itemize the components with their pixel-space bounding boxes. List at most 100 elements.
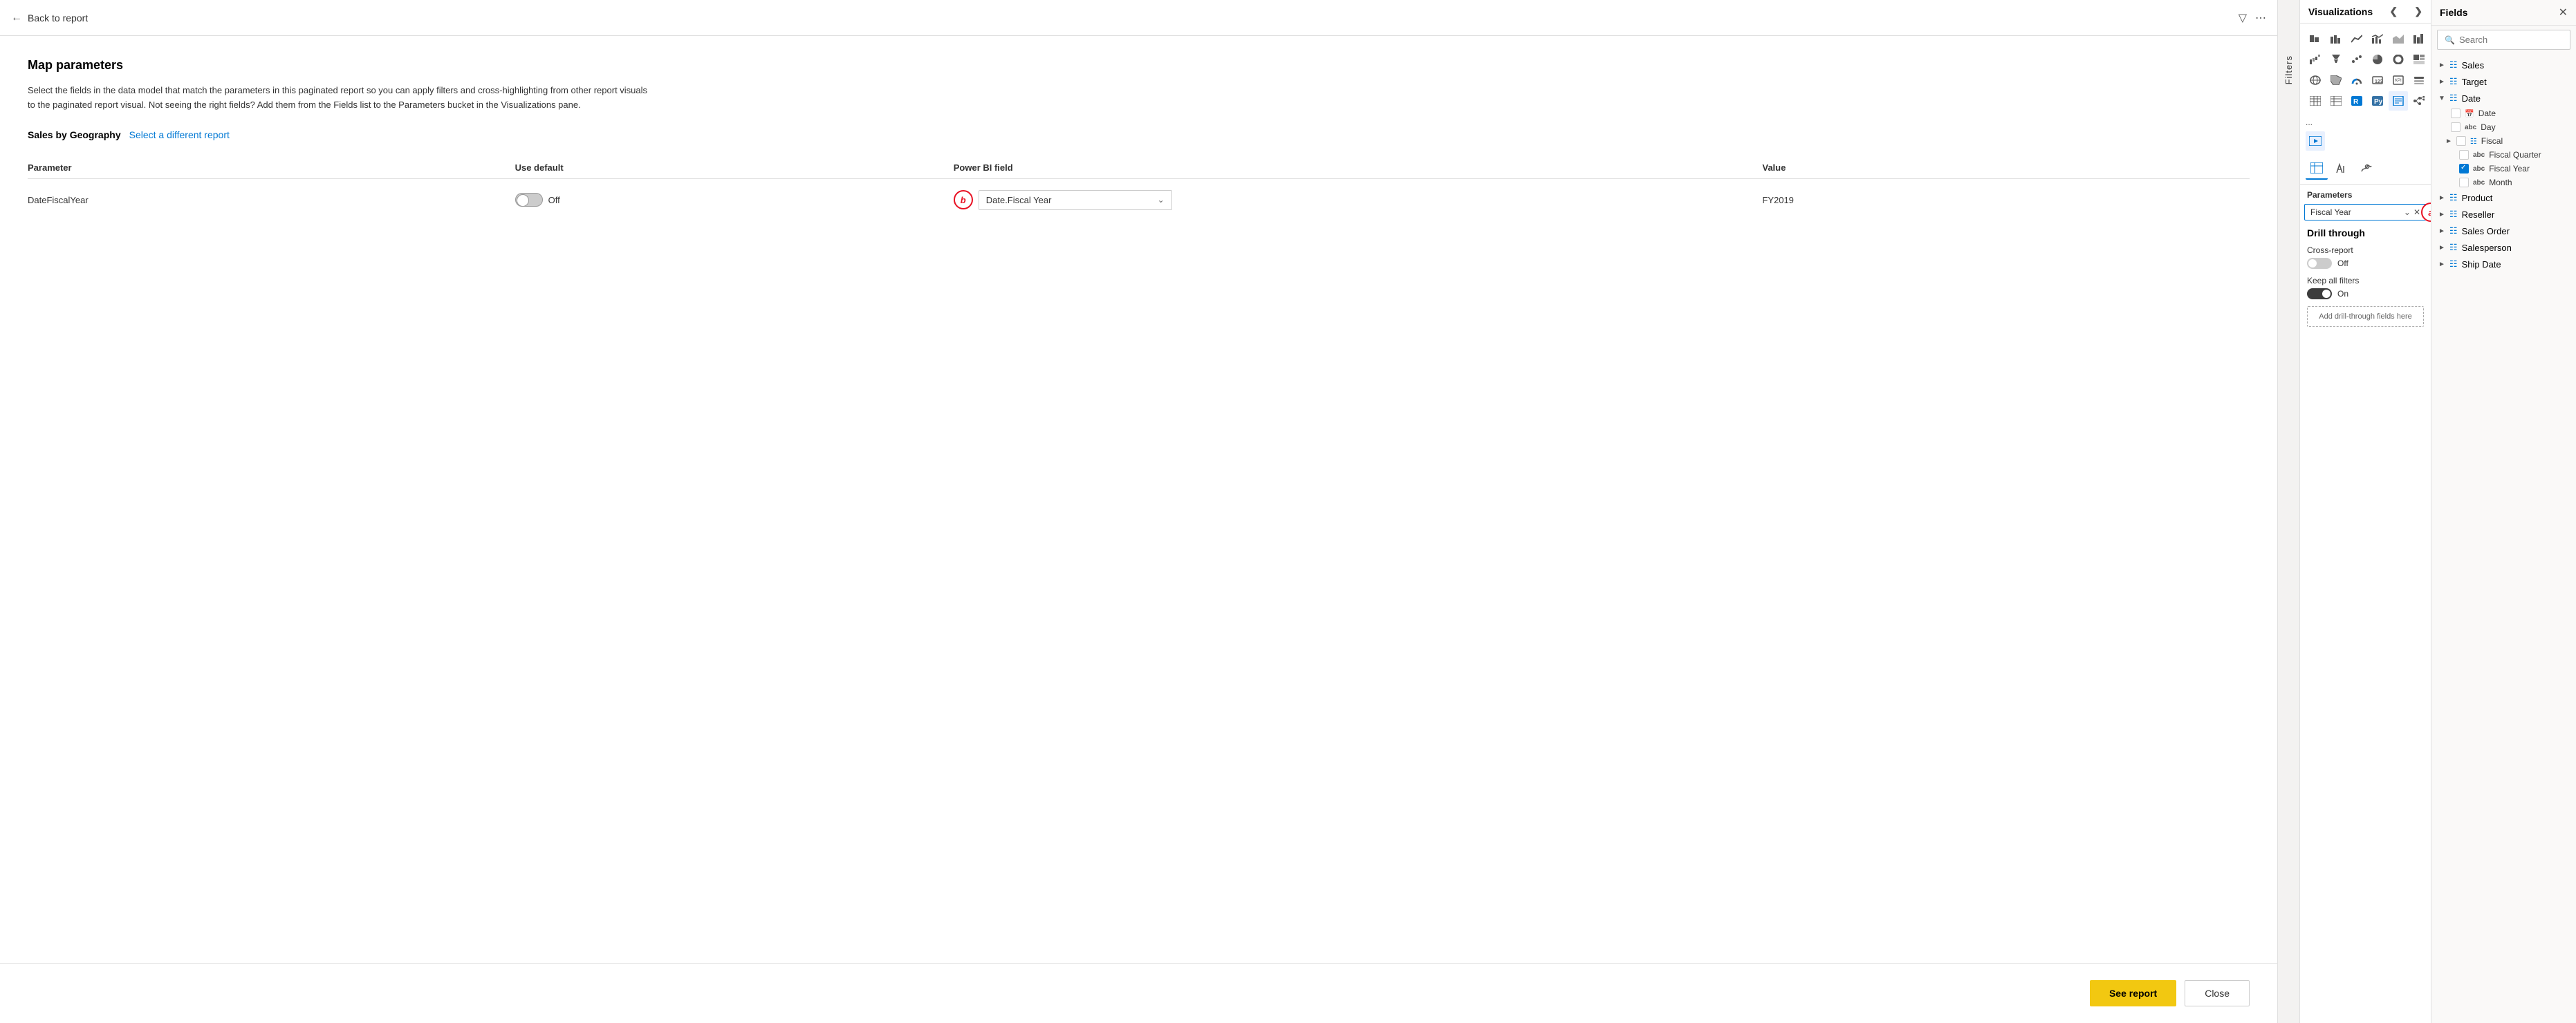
viz-icon-donut[interactable] xyxy=(2389,50,2408,69)
checkbox-fiscal[interactable] xyxy=(2456,136,2466,146)
viz-icon-kpi[interactable]: KPI xyxy=(2389,71,2408,90)
col-header-usedefault: Use default xyxy=(515,157,954,179)
keep-filters-label: Keep all filters xyxy=(2307,276,2424,285)
report-header: Sales by Geography Select a different re… xyxy=(28,129,2250,140)
param-field-actions: ⌄ ✕ xyxy=(2404,207,2420,217)
field-group-ship-date-header[interactable]: ► ☷ Ship Date xyxy=(2431,256,2576,272)
field-group-sales-order-header[interactable]: ► ☷ Sales Order xyxy=(2431,223,2576,239)
chevron-right-icon: ► xyxy=(2438,244,2445,252)
viz-icon-stacked-bar[interactable] xyxy=(2306,29,2325,48)
viz-icon-slicer[interactable] xyxy=(2409,71,2429,90)
field-item-fiscal-quarter-label: Fiscal Quarter xyxy=(2489,150,2541,160)
param-field-name: Fiscal Year xyxy=(2310,207,2351,217)
viz-icon-filled-map[interactable] xyxy=(2326,71,2346,90)
viz-more-button[interactable]: ... xyxy=(2300,116,2431,129)
viz-icon-paginated-report[interactable] xyxy=(2389,91,2408,111)
field-group-reseller-header[interactable]: ► ☷ Reseller xyxy=(2431,206,2576,223)
svg-text:R: R xyxy=(2353,98,2359,106)
chevron-right-icon: ► xyxy=(2438,227,2445,235)
viz-icon-funnel[interactable] xyxy=(2326,50,2346,69)
field-item-month[interactable]: abc Month xyxy=(2431,176,2576,189)
viz-icon-table[interactable] xyxy=(2306,91,2325,111)
viz-icon-combo-chart[interactable] xyxy=(2368,29,2387,48)
keep-filters-value: On xyxy=(2337,289,2348,299)
power-bi-field-cell: b Date.Fiscal Year ⌄ xyxy=(954,178,1763,221)
viz-icon-treemap[interactable] xyxy=(2409,50,2429,69)
viz-icon-gauge[interactable] xyxy=(2347,71,2366,90)
field-group-product-header[interactable]: ► ☷ Product xyxy=(2431,189,2576,206)
field-group-salesperson-header[interactable]: ► ☷ Salesperson xyxy=(2431,239,2576,256)
table-row: DateFiscalYear Off b Date.Fiscal xyxy=(28,178,2250,221)
viz-icon-waterfall[interactable] xyxy=(2306,50,2325,69)
collapse-panel-icon[interactable]: ❮ xyxy=(2389,6,2398,17)
use-default-toggle[interactable] xyxy=(515,193,543,207)
fields-search-box[interactable]: 🔍 xyxy=(2437,30,2570,50)
more-options-icon[interactable]: ⋯ xyxy=(2255,11,2266,25)
top-bar-actions: ▽ ⋯ xyxy=(2239,11,2266,25)
field-group-reseller: ► ☷ Reseller xyxy=(2431,206,2576,223)
checkbox-fiscal-quarter[interactable] xyxy=(2459,150,2469,160)
field-group-ship-date-label: Ship Date xyxy=(2462,259,2501,270)
field-group-sales-order: ► ☷ Sales Order xyxy=(2431,223,2576,239)
parameter-name: DateFiscalYear xyxy=(28,178,515,221)
see-report-button[interactable]: See report xyxy=(2090,980,2176,1006)
field-subgroup-fiscal-header[interactable]: ► ☷ Fiscal xyxy=(2431,134,2576,148)
chevron-right-icon: ► xyxy=(2445,138,2452,145)
viz-icon-line-chart[interactable] xyxy=(2347,29,2366,48)
close-button[interactable]: Close xyxy=(2185,980,2250,1006)
tab-analytics[interactable] xyxy=(2355,158,2378,180)
keep-filters-toggle[interactable] xyxy=(2307,288,2332,299)
select-report-link[interactable]: Select a different report xyxy=(129,129,230,140)
fields-title: Fields xyxy=(2440,7,2467,18)
top-bar: ← Back to report ▽ ⋯ xyxy=(0,0,2277,36)
visualizations-title: Visualizations xyxy=(2308,6,2373,17)
fields-close-button[interactable]: ✕ xyxy=(2559,6,2568,19)
field-item-fiscal-quarter[interactable]: abc Fiscal Quarter xyxy=(2431,148,2576,162)
checkbox-date[interactable] xyxy=(2451,109,2461,118)
back-to-report-button[interactable]: ← Back to report xyxy=(11,12,88,24)
viz-icon-pie-chart[interactable] xyxy=(2368,50,2387,69)
tab-fields[interactable] xyxy=(2306,158,2328,180)
field-group-date-header[interactable]: ▼ ☷ Date xyxy=(2431,90,2576,106)
cross-report-toggle[interactable] xyxy=(2307,258,2332,269)
viz-icon-matrix[interactable] xyxy=(2326,91,2346,111)
viz-icon-scatter[interactable] xyxy=(2347,50,2366,69)
expand-panel-icon[interactable]: ❯ xyxy=(2414,6,2422,17)
search-input[interactable] xyxy=(2459,35,2563,45)
viz-icon-area-chart[interactable] xyxy=(2389,29,2408,48)
viz-icon-ribbon-chart[interactable] xyxy=(2409,29,2429,48)
viz-icon-map[interactable] xyxy=(2306,71,2325,90)
field-item-date[interactable]: 📅 Date xyxy=(2431,106,2576,120)
viz-icon-video[interactable] xyxy=(2306,131,2325,151)
checkbox-month[interactable] xyxy=(2459,178,2469,187)
field-dropdown[interactable]: Date.Fiscal Year ⌄ xyxy=(979,190,1172,210)
svg-text:Py: Py xyxy=(2374,98,2383,106)
viz-video-icon-row xyxy=(2300,129,2431,153)
toggle-off-label: Off xyxy=(548,195,560,205)
col-header-value: Value xyxy=(1762,157,2250,179)
viz-icon-bar-chart[interactable] xyxy=(2326,29,2346,48)
param-field-chevron[interactable]: ⌄ xyxy=(2404,207,2411,217)
viz-icon-card[interactable]: 123 xyxy=(2368,71,2387,90)
field-item-day[interactable]: abc Day xyxy=(2431,120,2576,134)
viz-icon-python-visual[interactable]: Py xyxy=(2368,91,2387,111)
tab-format[interactable] xyxy=(2331,158,2353,180)
annotation-b: b xyxy=(954,190,973,209)
abc-icon: abc xyxy=(2473,165,2485,173)
filter-icon[interactable]: ▽ xyxy=(2239,11,2247,25)
field-item-fiscal-year[interactable]: abc Fiscal Year xyxy=(2431,162,2576,176)
calendar-icon: 📅 xyxy=(2465,109,2474,118)
param-field-remove[interactable]: ✕ xyxy=(2413,207,2420,217)
field-group-sales-label: Sales xyxy=(2462,60,2485,71)
field-group-sales-header[interactable]: ► ☷ Sales xyxy=(2431,57,2576,73)
field-subgroup-fiscal-label: Fiscal xyxy=(2481,136,2503,146)
abc-icon: abc xyxy=(2473,151,2485,159)
viz-icon-decomp-tree[interactable] xyxy=(2409,91,2429,111)
field-group-salesperson-label: Salesperson xyxy=(2462,243,2512,253)
checkbox-day[interactable] xyxy=(2451,122,2461,132)
use-default-toggle-container: Off xyxy=(515,193,943,207)
viz-icon-r-visual[interactable]: R xyxy=(2347,91,2366,111)
checkbox-fiscal-year[interactable] xyxy=(2459,164,2469,173)
field-group-target-header[interactable]: ► ☷ Target xyxy=(2431,73,2576,90)
field-dropdown-value: Date.Fiscal Year xyxy=(986,195,1052,205)
